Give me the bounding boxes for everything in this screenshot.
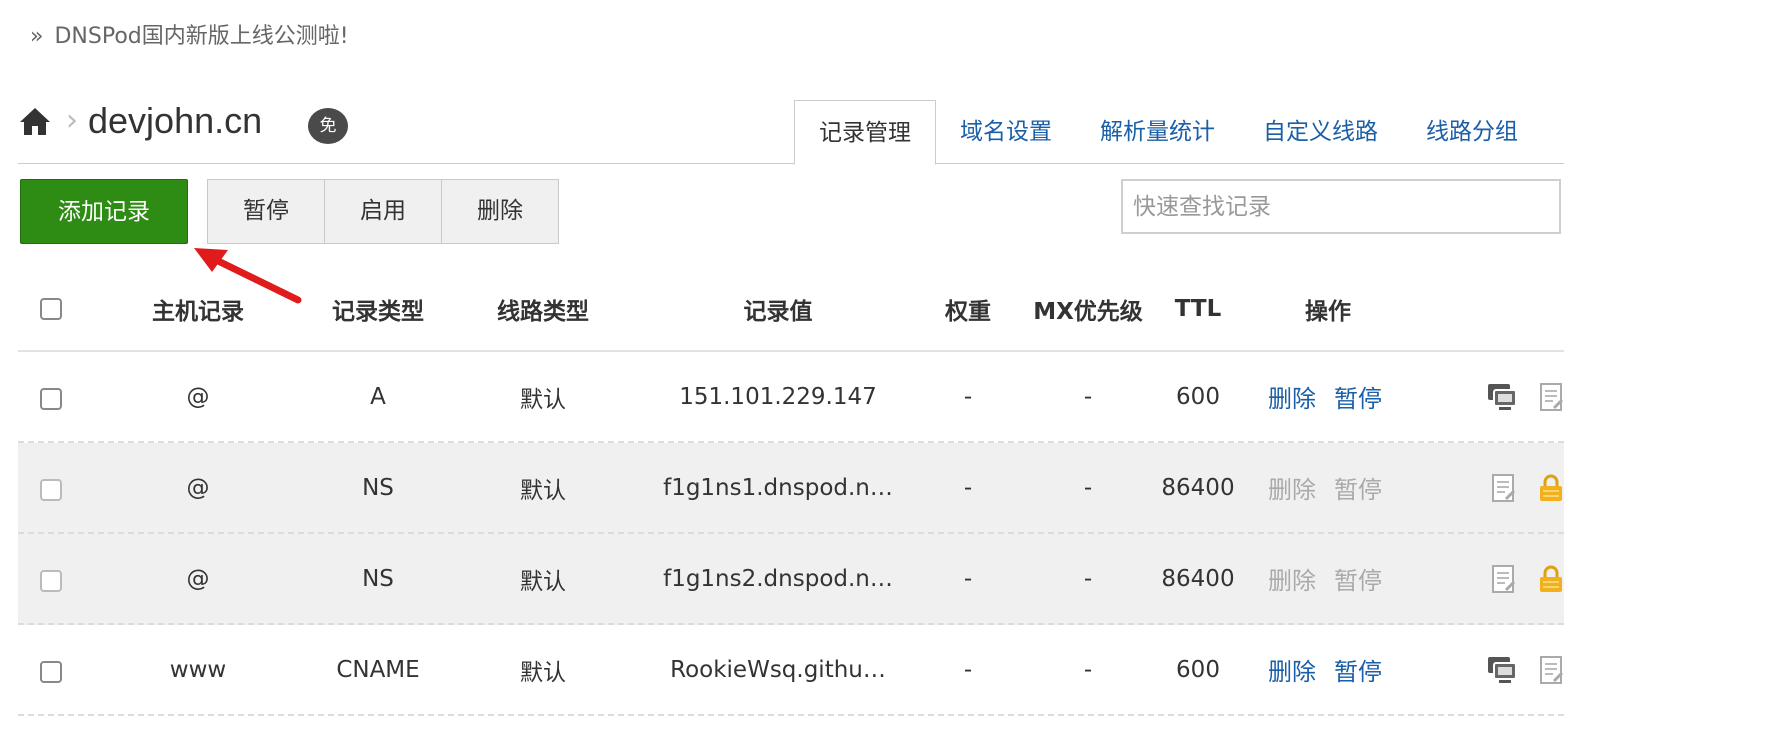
row-icons	[1468, 443, 1578, 532]
host-cell: @	[186, 474, 210, 501]
host-cell: @	[186, 565, 210, 592]
remark-icon[interactable]	[1534, 655, 1568, 685]
remark-icon[interactable]	[1534, 382, 1568, 412]
value-cell: f1g1ns1.dnspod.n…	[663, 474, 893, 501]
host-cell[interactable]: @	[118, 352, 278, 441]
row-delete-link: 删除	[1268, 567, 1316, 595]
notice-link[interactable]: DNSPod国内新版上线公测啦!	[54, 24, 348, 49]
row-icons	[1468, 625, 1578, 714]
batch-actions: 暂停 启用 删除	[207, 179, 559, 244]
line-cell: 默认	[520, 477, 566, 504]
enable-button[interactable]: 启用	[324, 179, 442, 244]
weight-cell: -	[963, 565, 973, 592]
line-cell[interactable]: 默认	[458, 352, 628, 441]
row-pause-link[interactable]: 暂停	[1334, 652, 1382, 687]
monitor-icon[interactable]	[1486, 382, 1520, 412]
free-badge-label: 免	[308, 108, 348, 144]
table-row[interactable]: @ NS 默认 f1g1ns2.dnspod.n… - - 86400 删除 暂…	[18, 534, 1564, 625]
header-line[interactable]: 线路类型	[458, 268, 628, 350]
ttl-cell: 86400	[1161, 565, 1235, 592]
home-icon[interactable]	[18, 104, 52, 138]
header-value[interactable]: 记录值	[638, 268, 918, 350]
tab-domain-settings[interactable]: 域名设置	[936, 100, 1076, 164]
header-ttl: TTL	[1174, 296, 1222, 322]
type-cell: NS	[362, 474, 394, 501]
ops-cell: 删除 暂停	[1268, 443, 1428, 532]
delete-button[interactable]: 删除	[441, 179, 559, 244]
header-type[interactable]: 记录类型	[298, 268, 458, 350]
table-row[interactable]: @ NS 默认 f1g1ns1.dnspod.n… - - 86400 删除 暂…	[18, 443, 1564, 534]
table-header: 主机记录 记录类型 线路类型 记录值 权重 MX优先级 TTL 操作	[18, 268, 1564, 352]
lock-icon	[1534, 473, 1568, 503]
remark-icon[interactable]	[1486, 473, 1520, 503]
header-host[interactable]: 主机记录	[118, 268, 278, 350]
value-cell[interactable]: RookieWsq.githu…	[638, 625, 918, 714]
type-cell[interactable]: A	[298, 352, 458, 441]
ttl-cell[interactable]: 600	[1148, 625, 1248, 714]
tab-custom-lines[interactable]: 自定义线路	[1239, 100, 1402, 164]
tab-record-management[interactable]: 记录管理	[794, 100, 936, 165]
row-delete-link[interactable]: 删除	[1268, 652, 1316, 687]
remark-icon[interactable]	[1486, 564, 1520, 594]
row-checkbox[interactable]	[40, 388, 62, 410]
select-all-checkbox[interactable]	[40, 298, 62, 320]
ops-cell: 删除 暂停	[1268, 625, 1428, 714]
value-cell[interactable]: 151.101.229.147	[638, 352, 918, 441]
mx-cell: -	[1083, 565, 1093, 592]
domain-title: devjohn.cn	[88, 100, 263, 141]
row-checkbox[interactable]	[40, 570, 62, 592]
value-cell: f1g1ns2.dnspod.n…	[663, 565, 893, 592]
ttl-cell: 86400	[1161, 474, 1235, 501]
row-checkbox[interactable]	[40, 661, 62, 683]
row-checkbox[interactable]	[40, 479, 62, 501]
header-ops: 操作	[1305, 299, 1351, 325]
lock-icon	[1534, 564, 1568, 594]
weight-cell: -	[963, 656, 973, 683]
mx-cell: -	[1083, 474, 1093, 501]
ops-cell: 删除 暂停	[1268, 352, 1428, 441]
mx-cell: -	[1083, 656, 1093, 683]
add-record-button[interactable]: 添加记录	[20, 179, 188, 244]
row-delete-link[interactable]: 删除	[1268, 379, 1316, 414]
host-cell[interactable]: www	[118, 625, 278, 714]
chevron-right-icon: ›	[66, 103, 78, 138]
record-search-input[interactable]	[1121, 179, 1561, 234]
header-mx: MX优先级	[1033, 299, 1143, 325]
type-cell[interactable]: CNAME	[298, 625, 458, 714]
notice-bullet: »	[30, 24, 44, 49]
row-pause-link[interactable]: 暂停	[1334, 379, 1382, 414]
line-cell[interactable]: 默认	[458, 625, 628, 714]
row-icons	[1468, 352, 1578, 441]
ttl-cell[interactable]: 600	[1148, 352, 1248, 441]
breadcrumb: › devjohn.cn	[18, 100, 262, 142]
ops-cell: 删除 暂停	[1268, 534, 1428, 623]
line-cell: 默认	[520, 568, 566, 595]
header-weight: 权重	[945, 299, 991, 325]
row-pause-link: 暂停	[1334, 567, 1382, 595]
row-icons	[1468, 534, 1578, 623]
pause-button[interactable]: 暂停	[207, 179, 325, 244]
mx-cell: -	[1083, 383, 1093, 410]
tab-line-groups[interactable]: 线路分组	[1402, 100, 1542, 164]
weight-cell: -	[963, 474, 973, 501]
monitor-icon[interactable]	[1486, 655, 1520, 685]
dns-records-table: 主机记录 记录类型 线路类型 记录值 权重 MX优先级 TTL 操作 @ A 默…	[18, 268, 1564, 716]
weight-cell: -	[963, 383, 973, 410]
domain-tabs: 记录管理 域名设置 解析量统计 自定义线路 线路分组	[794, 100, 1542, 165]
row-pause-link: 暂停	[1334, 476, 1382, 504]
table-row[interactable]: www CNAME 默认 RookieWsq.githu… - - 600 删除…	[18, 625, 1564, 716]
row-delete-link: 删除	[1268, 476, 1316, 504]
type-cell: NS	[362, 565, 394, 592]
tab-query-stats[interactable]: 解析量统计	[1076, 100, 1239, 164]
table-row[interactable]: @ A 默认 151.101.229.147 - - 600 删除 暂停	[18, 352, 1564, 443]
free-plan-badge[interactable]: 免	[308, 108, 352, 148]
notice-bar[interactable]: » DNSPod国内新版上线公测啦!	[30, 18, 349, 50]
